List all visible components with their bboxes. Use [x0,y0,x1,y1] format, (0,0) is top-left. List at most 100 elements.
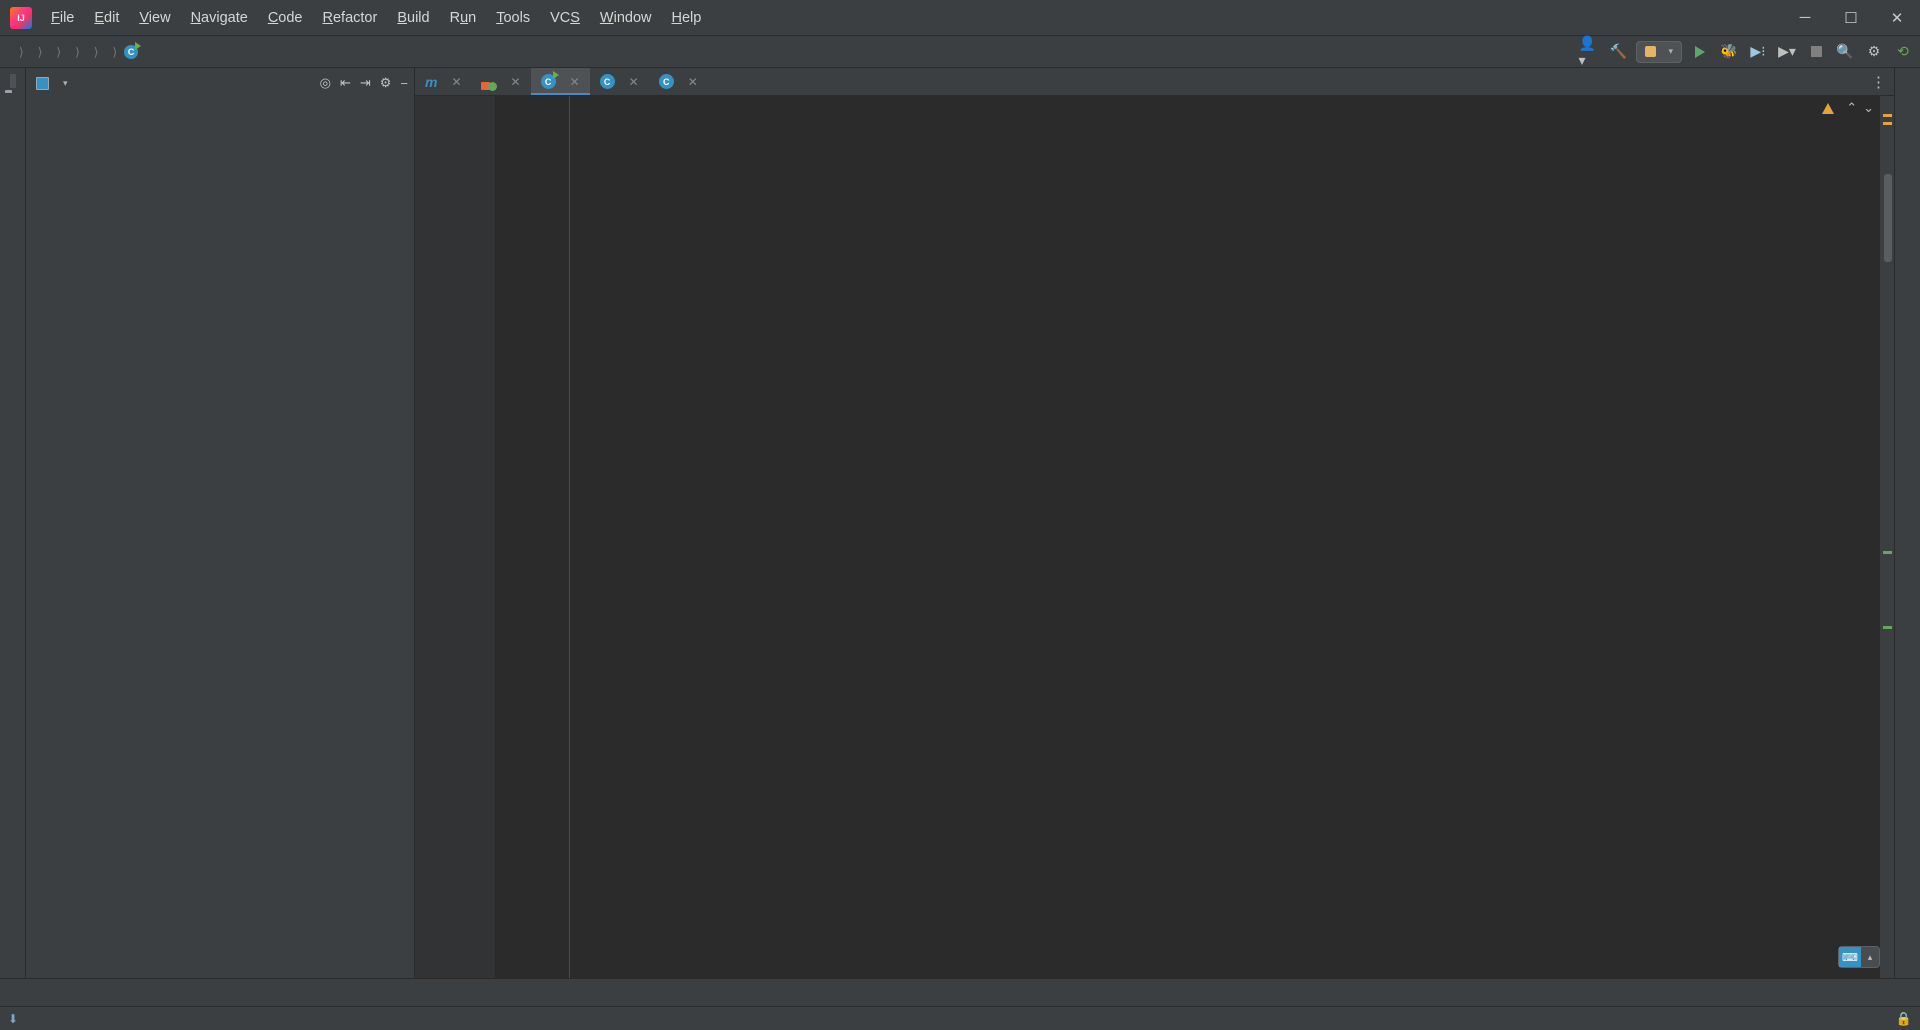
maven-icon: m [425,73,438,90]
menu-vcs[interactable]: VCS [541,6,589,30]
download-icon: ⬇ [8,1011,19,1026]
breadcrumb-sep: ⟩ [37,44,43,59]
lock-icon[interactable]: 🔒 [1896,1011,1912,1027]
settings-gear-icon[interactable]: ⚙ [1863,41,1885,63]
chevron-up-icon[interactable]: ▴ [1861,947,1879,967]
run-configuration-selector[interactable]: ▾ [1636,40,1682,63]
java-class-icon: C [599,74,615,89]
minimize-button[interactable]: ─ [1782,1,1828,35]
editor-scrollbar-thumb[interactable] [1884,174,1892,262]
menu-code[interactable]: Code [259,6,312,30]
menu-bar: File Edit View Navigate Code Refactor Bu… [42,6,710,30]
menu-edit[interactable]: Edit [85,6,128,30]
rail-item-project[interactable] [9,74,16,88]
idea-window: File Edit View Navigate Code Refactor Bu… [0,0,1920,1030]
code-folding-column[interactable] [477,96,495,978]
menu-tools[interactable]: Tools [487,6,539,30]
rail-item-structure[interactable] [10,964,16,978]
warning-marker[interactable] [1883,122,1892,125]
hide-panel-icon[interactable]: − [400,76,408,91]
ime-floating-widget[interactable]: ⌨ ▴ [1838,946,1880,968]
menu-build[interactable]: Build [388,6,438,30]
prev-problem-icon[interactable]: ⌃ [1846,100,1857,116]
chevron-down-icon[interactable]: ▾ [63,78,68,89]
stop-button[interactable] [1805,41,1827,63]
run-button[interactable] [1689,41,1711,63]
line-number-gutter[interactable] [415,96,477,978]
warning-marker[interactable] [1883,114,1892,117]
close-icon[interactable]: ✕ [570,75,580,89]
title-bar: File Edit View Navigate Code Refactor Bu… [0,0,1920,36]
collapse-all-icon[interactable]: ⇥ [360,75,371,91]
breadcrumb-example[interactable] [101,50,109,54]
maximize-button[interactable]: ☐ [1828,1,1874,35]
runnable-class-icon: C [540,71,559,89]
code-editor[interactable]: ⌃ ⌄ ⌨ ▴ [415,96,1894,978]
tab-applicationcontext-xml[interactable]: ✕ [472,68,531,95]
breadcrumb-sep: ⟩ [75,44,80,59]
update-project-icon[interactable]: ⟲ [1892,41,1914,63]
tab-userdaoimpl1-java[interactable]: C ✕ [649,68,708,95]
build-hammer-icon[interactable]: 🔨 [1607,41,1629,63]
tab-app-java[interactable]: C ✕ [530,68,590,95]
user-account-icon[interactable]: 👤▾ [1578,35,1600,68]
menu-window[interactable]: Window [591,6,661,30]
toolbar-right: 👤▾ 🔨 ▾ 🐝 ▶⁝ ▶▾ 🔍 ⚙ ⟲ [1578,35,1914,68]
ime-keyboard-icon[interactable]: ⌨ [1839,947,1861,967]
menu-view[interactable]: View [130,6,179,30]
debug-button[interactable]: 🐝 [1718,41,1740,63]
close-button[interactable]: ✕ [1874,1,1920,35]
navigation-bar: ⟩ ⟩ ⟩ ⟩ ⟩ ⟩ C 👤▾ 🔨 ▾ 🐝 ▶⁝ ▶▾ 🔍 ⚙ ⟲ [0,35,1920,68]
menu-help[interactable]: Help [662,6,710,30]
breadcrumb-src[interactable] [27,50,35,54]
vcs-change-marker[interactable] [1883,626,1892,629]
java-class-icon: C [658,74,674,89]
code-text[interactable] [495,96,1880,978]
main-body: ▾ ◎ ⇤ ⇥ ⚙ − m ✕ ✕ C ✕ C ✕ C ✕ ⋮ ⌃ ⌄ ⌨ ▴ [0,68,1920,978]
status-bar-right: 🔒 [1840,1011,1912,1027]
rail-item-maven[interactable] [1905,74,1911,88]
close-icon[interactable]: ✕ [451,75,461,89]
expand-all-icon[interactable]: ⇤ [340,75,351,91]
close-icon[interactable]: ✕ [511,75,521,89]
tool-window-bar [0,978,1920,1006]
vcs-change-marker[interactable] [1883,551,1892,554]
settings-gear-icon[interactable]: ⚙ [380,75,392,91]
error-stripe-markers[interactable] [1880,96,1894,978]
more-run-options-button[interactable]: ▶▾ [1776,41,1798,63]
locate-icon[interactable]: ◎ [320,75,331,91]
search-everywhere-icon[interactable]: 🔍 [1834,41,1856,63]
editor-tab-bar: m ✕ ✕ C ✕ C ✕ C ✕ ⋮ [415,68,1894,96]
spring-xml-icon [482,74,497,89]
breadcrumb-org[interactable] [83,50,91,54]
project-view-icon [36,76,49,90]
status-bar: ⬇ 🔒 [0,1006,1920,1030]
tab-pom-xml[interactable]: m ✕ [415,68,472,95]
run-with-coverage-button[interactable]: ▶⁝ [1747,41,1769,63]
rail-item-web[interactable] [10,950,16,964]
rail-item-notifications[interactable] [1905,102,1911,116]
tab-options-button[interactable]: ⋮ [1871,68,1894,95]
rail-item-bookmarks[interactable] [10,936,16,950]
breadcrumb-java[interactable] [64,50,72,54]
breadcrumb-main[interactable] [45,50,53,54]
breadcrumb-spring[interactable] [8,50,16,54]
menu-run[interactable]: Run [441,6,486,30]
inspection-widget[interactable]: ⌃ ⌄ [1822,100,1874,116]
project-tree[interactable] [26,98,414,978]
rail-item-database[interactable] [1905,88,1911,102]
runnable-class-icon: C [124,41,142,59]
menu-navigate[interactable]: Navigate [182,6,257,30]
close-icon[interactable]: ✕ [629,75,639,89]
breadcrumb-app[interactable]: C [120,41,147,61]
project-panel-actions: ◎ ⇤ ⇥ ⚙ − [320,75,408,91]
menu-refactor[interactable]: Refactor [314,6,387,30]
left-tool-rail [0,68,26,978]
close-icon[interactable]: ✕ [688,75,698,89]
menu-file[interactable]: File [42,6,83,30]
breadcrumb-sep: ⟩ [19,44,24,59]
right-tool-rail [1894,68,1920,978]
folder-icon [5,90,21,106]
next-problem-icon[interactable]: ⌄ [1863,100,1874,116]
tab-userdaoimpl-java[interactable]: C ✕ [590,68,649,95]
